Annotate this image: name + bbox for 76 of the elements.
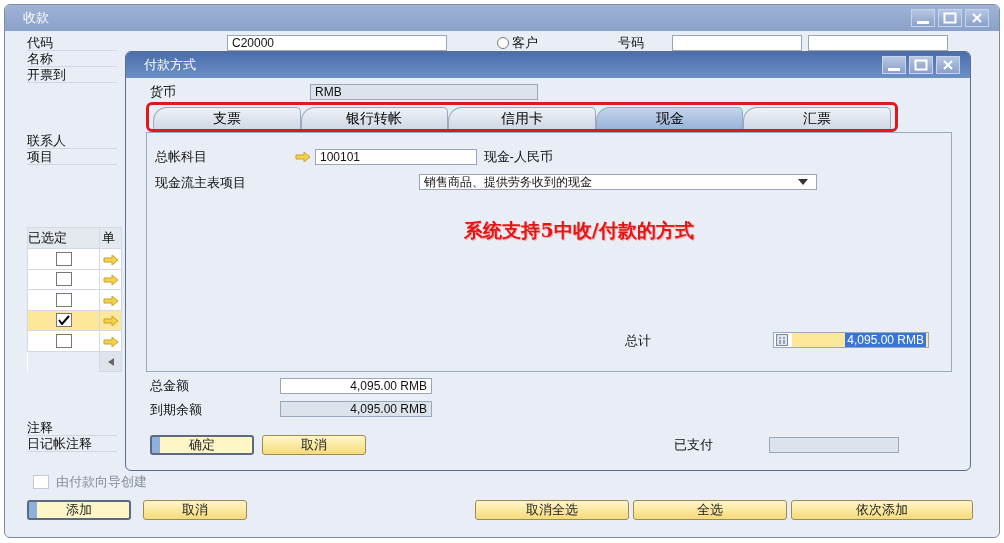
table-row[interactable] <box>27 330 122 351</box>
dropdown[interactable]: 销售商品、提供劳务收到的现金 <box>419 174 817 191</box>
scroll-left-icon[interactable] <box>106 357 115 368</box>
arrow-right-icon[interactable] <box>102 275 119 286</box>
tab[interactable]: 支票 <box>153 107 301 129</box>
table-row[interactable] <box>27 310 122 331</box>
amount-field: 4,095.00 RMB <box>280 401 432 418</box>
tab[interactable]: 信用卡 <box>448 107 596 129</box>
minimize-icon <box>917 20 929 24</box>
dropdown-caret-icon <box>798 179 808 186</box>
arrow-right-icon[interactable] <box>102 295 119 306</box>
account-field[interactable]: 100101 <box>315 148 477 165</box>
field-label: 项目 <box>27 149 117 165</box>
button[interactable]: 依次添加 <box>791 499 973 520</box>
table-row[interactable] <box>27 248 122 269</box>
minimize-button[interactable] <box>882 56 906 74</box>
number-field[interactable] <box>808 35 949 51</box>
close-button[interactable] <box>936 56 960 74</box>
field-label: 总金额 <box>150 377 190 395</box>
tab[interactable]: 现金 <box>595 107 744 129</box>
maximize-button[interactable] <box>938 9 962 27</box>
window-title: 收款 <box>23 9 49 28</box>
field-label: 已支付 <box>674 436 713 455</box>
column-header: 已选定 <box>27 227 100 249</box>
close-button[interactable] <box>965 9 989 27</box>
maximize-icon <box>914 59 928 71</box>
table-row[interactable] <box>27 269 122 290</box>
column-header: 单 <box>99 227 122 249</box>
number-field[interactable] <box>672 35 803 51</box>
button[interactable]: 取消 <box>143 499 247 520</box>
radio-label: 客户 <box>512 34 539 53</box>
field-label: 开票到 <box>27 67 117 83</box>
radio-button[interactable] <box>497 37 509 49</box>
checkbox[interactable] <box>55 313 72 328</box>
button[interactable]: 取消 <box>262 435 366 455</box>
table-row[interactable] <box>27 289 122 310</box>
close-icon <box>970 12 984 24</box>
checkbox-label: 由付款向导创建 <box>55 473 147 491</box>
field-label: 到期余额 <box>150 400 203 419</box>
button[interactable]: 取消全选 <box>475 499 629 520</box>
code-field[interactable]: C20000 <box>227 35 447 51</box>
total-field[interactable]: 4,095.00 RMB <box>773 332 929 349</box>
checkbox[interactable] <box>55 251 72 266</box>
tab[interactable]: 汇票 <box>743 107 891 129</box>
tab[interactable]: 银行转帐 <box>300 107 449 129</box>
checkbox[interactable] <box>55 333 72 348</box>
arrow-right-icon[interactable] <box>102 254 119 265</box>
field-label: 名称 <box>27 51 117 67</box>
button[interactable]: 确定 <box>150 435 254 455</box>
minimize-button[interactable] <box>911 9 935 27</box>
close-icon <box>941 59 955 71</box>
checkbox[interactable] <box>55 292 72 307</box>
button[interactable]: 全选 <box>633 499 787 520</box>
currency-field: RMB <box>310 84 538 100</box>
maximize-button[interactable] <box>909 56 933 74</box>
arrow-right-icon[interactable] <box>102 336 119 347</box>
field-label: 货币 <box>150 83 177 102</box>
button[interactable]: 添加 <box>27 499 131 520</box>
field-label: 号码 <box>618 34 645 53</box>
arrow-right-icon[interactable] <box>102 316 119 327</box>
maximize-icon <box>943 12 957 24</box>
field-label: 总计 <box>625 331 651 350</box>
account-name: 现金-人民币 <box>483 148 553 166</box>
field-label: 现金流主表项目 <box>155 173 247 192</box>
dialog-title: 付款方式 <box>144 56 196 75</box>
arrow-right-icon[interactable] <box>295 151 311 162</box>
field-label: 总帐科目 <box>155 148 208 166</box>
annotation-text: 系统支持5中收/付款的方式 <box>463 218 695 243</box>
field-label: 代码 <box>27 35 117 51</box>
amount-field[interactable]: 4,095.00 RMB <box>280 377 432 394</box>
calculator-icon[interactable] <box>776 334 788 347</box>
field-label: 联系人 <box>27 133 117 149</box>
minimize-icon <box>888 67 900 71</box>
field-label: 注释 <box>27 420 117 436</box>
field-label: 日记帐注释 <box>27 436 117 452</box>
checkbox[interactable] <box>55 272 72 287</box>
